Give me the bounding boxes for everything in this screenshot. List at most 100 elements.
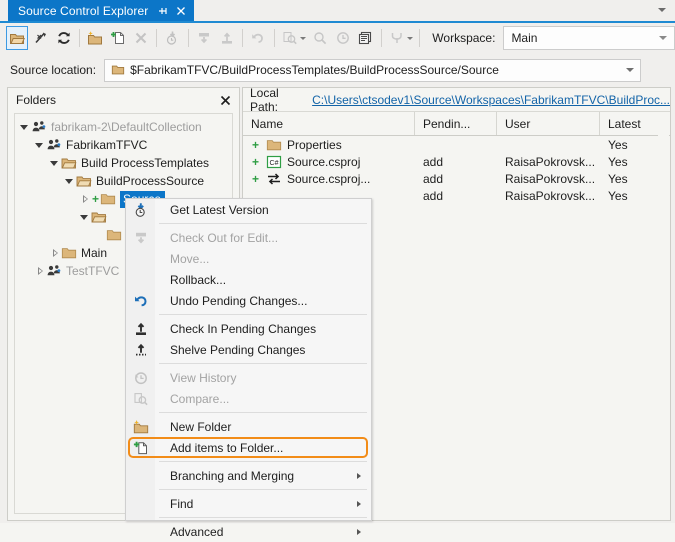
vertical-scrollbar[interactable] [658,135,669,519]
tree-item-main[interactable]: Main [49,244,107,262]
tree-item[interactable] [79,208,107,226]
menu-item-check-in-pending-changes[interactable]: Check In Pending Changes [126,318,371,339]
close-icon[interactable] [175,5,187,17]
grid-body: + Properties Yes + C# Source.csproj add RaisaPo… [243,136,670,204]
tree-item-fabrikamtfvc[interactable]: FabrikamTFVC [34,136,147,154]
chevron-down-icon[interactable] [300,36,307,40]
toolbar-workspaces-button[interactable] [30,27,51,49]
expander-collapse-icon[interactable] [19,118,31,136]
source-control-explorer-window: Source Control Explorer Workspace: Main … [0,0,675,539]
folder-open-icon [61,155,77,171]
expander-collapse-icon[interactable] [34,136,46,154]
check-in-icon [126,318,155,339]
toolbar-compare-button[interactable] [280,27,301,49]
expander-expand-icon[interactable] [79,190,91,208]
menu-item-new-folder[interactable]: New Folder [126,416,371,437]
tree-item-testtfvc[interactable]: TestTFVC [34,262,119,280]
tree-item-fabrikam-2-defaultcollection[interactable]: fabrikam-2\DefaultCollection [19,118,202,136]
menu-item-move: Move... [126,248,371,269]
menu-icon-placeholder [126,248,155,269]
tab-strip: Source Control Explorer [0,0,675,23]
tab-source-control-explorer[interactable]: Source Control Explorer [8,0,195,22]
workspace-label: Workspace: [432,31,496,45]
menu-item-label: Shelve Pending Changes [170,342,306,357]
table-row[interactable]: + Source.csproj... add RaisaPokrovsk... Yes [243,170,670,187]
expander-collapse-icon[interactable] [64,172,76,190]
expander-collapse-icon[interactable] [49,154,61,172]
toolbar-check-out-button[interactable] [194,27,215,49]
chevron-down-icon[interactable] [407,36,414,40]
toolbar-get-latest-button[interactable] [162,27,183,49]
menu-item-check-out-for-edit: Check Out for Edit... [126,227,371,248]
pending-add-icon: + [252,154,260,169]
cell-user-label: RaisaPokrovsk... [505,188,596,203]
menu-item-label: Rollback... [170,272,227,287]
toolbar-annotate-button[interactable] [355,27,376,49]
history-icon [133,370,149,386]
toolbar-delete-button[interactable] [130,27,151,49]
folder-icon [266,137,282,153]
compare-icon [133,391,149,407]
pin-icon[interactable] [157,5,169,17]
tree-item[interactable] [94,226,122,244]
cell-user: RaisaPokrovsk... [497,155,600,169]
chevron-down-icon[interactable] [659,36,668,40]
column-header-pendin[interactable]: Pendin... [415,112,497,135]
local-path-link[interactable]: C:\Users\ctsodev1\Source\Workspaces\Fabr… [312,93,670,107]
chevron-down-icon[interactable] [658,8,666,12]
column-header-latest[interactable]: Latest [600,112,668,135]
menu-item-undo-pending-changes[interactable]: Undo Pending Changes... [126,290,371,311]
expander-expand-icon[interactable] [34,262,46,280]
toolbar-new-folder-button[interactable] [85,27,106,49]
menu-item-label: View History [170,370,237,385]
toolbar-refresh-button[interactable] [53,27,74,49]
source-location-combobox[interactable]: $FabrikamTFVC/BuildProcessTemplates/Buil… [104,58,642,82]
toolbar-separator [187,29,189,47]
close-icon[interactable] [220,95,231,106]
menu-item-shelve-pending-changes[interactable]: Shelve Pending Changes [126,339,371,360]
toolbar-folder-open-button[interactable] [5,26,29,50]
column-header-user[interactable]: User [497,112,600,135]
toolbar-separator [419,29,421,47]
toolbar-history-button[interactable] [332,27,353,49]
menu-separator [159,314,367,315]
menu-item-add-items-to-folder[interactable]: Add items to Folder... [126,437,371,458]
menu-icon-placeholder [126,269,155,290]
toolbar-branching-button[interactable] [387,27,408,49]
toolbar-find-button[interactable] [309,27,330,49]
grid-header: Name Pendin... User Latest [243,112,670,136]
column-header-name[interactable]: Name [243,112,415,135]
menu-item-label: Move... [170,251,210,266]
menu-item-get-latest-version[interactable]: Get Latest Version [126,199,371,220]
cell-user: RaisaPokrovsk... [497,189,600,203]
folder-icon [106,227,122,243]
toolbar-undo-button[interactable] [248,27,269,49]
tree-item-build-processtemplates[interactable]: Build ProcessTemplates [49,154,209,172]
menu-item-label: Branching and Merging [170,468,295,483]
table-row[interactable]: + Properties Yes [243,136,670,153]
context-menu: Get Latest Version Check Out for Edit... M… [125,198,372,539]
tab-label: Source Control Explorer [18,4,149,18]
menu-item-branching-and-merging[interactable]: Branching and Merging [126,465,371,486]
chevron-down-icon[interactable] [626,67,635,72]
shelve-icon [126,339,155,360]
toolbar-check-in-button[interactable] [216,27,237,49]
folders-panel-title: Folders [16,93,57,107]
menu-item-advanced[interactable]: Advanced [126,521,371,542]
menu-separator [159,363,367,364]
menu-item-rollback[interactable]: Rollback... [126,269,371,290]
tree-item-buildprocesssource[interactable]: BuildProcessSource [64,172,204,190]
expander-collapse-icon[interactable] [79,208,91,226]
toolbar-add-items-button[interactable] [108,27,129,49]
workspace-combobox[interactable]: Main [503,26,675,50]
undo-icon [133,293,149,309]
cell-name: + Source.csproj... [243,171,415,187]
team-project-icon [46,137,62,153]
menu-item-label: Check Out for Edit... [170,230,279,245]
table-row[interactable]: + C# Source.csproj add RaisaPokrovsk... Yes [243,153,670,170]
folder-icon [100,191,116,207]
menu-item-label: New Folder [170,419,232,434]
cell-user: RaisaPokrovsk... [497,172,600,186]
expander-expand-icon[interactable] [49,244,61,262]
menu-item-find[interactable]: Find [126,493,371,514]
